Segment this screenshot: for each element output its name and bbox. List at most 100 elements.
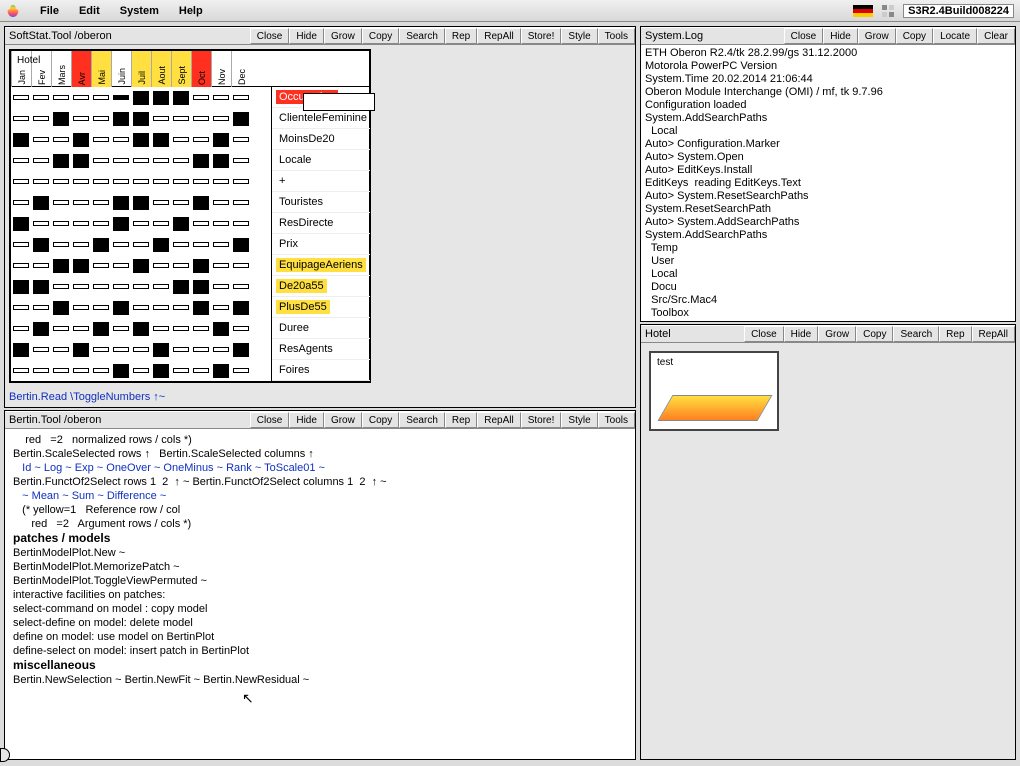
bertin-cell[interactable] bbox=[111, 171, 131, 192]
bertin-cell[interactable] bbox=[191, 213, 211, 234]
month-sept[interactable]: Sept bbox=[171, 51, 191, 87]
bertin-cell[interactable] bbox=[131, 297, 151, 318]
bertin-cell[interactable] bbox=[151, 108, 171, 129]
bertin-cell[interactable] bbox=[231, 150, 251, 171]
bertin-cell[interactable] bbox=[51, 87, 71, 108]
bertin-cell[interactable] bbox=[111, 87, 131, 108]
bertin-cell[interactable] bbox=[231, 192, 251, 213]
bertin-cell[interactable] bbox=[191, 192, 211, 213]
bertin-cell[interactable] bbox=[51, 339, 71, 360]
bertin-cell[interactable] bbox=[231, 87, 251, 108]
bertintool-search-button[interactable]: Search bbox=[399, 412, 445, 428]
bertin-row[interactable] bbox=[11, 150, 271, 171]
month-nov[interactable]: Nov bbox=[211, 51, 231, 87]
bertin-cell[interactable] bbox=[211, 150, 231, 171]
bertin-cell[interactable] bbox=[211, 318, 231, 339]
bertin-cell[interactable] bbox=[131, 276, 151, 297]
bertin-cell[interactable] bbox=[211, 360, 231, 381]
softstat-grow-button[interactable]: Grow bbox=[324, 28, 362, 44]
bertin-row-label[interactable]: Touristes bbox=[272, 192, 370, 213]
bertin-cell[interactable] bbox=[51, 297, 71, 318]
bertin-cell[interactable] bbox=[131, 255, 151, 276]
bertin-cell[interactable] bbox=[231, 297, 251, 318]
bertin-cell[interactable] bbox=[31, 108, 51, 129]
bertin-cell[interactable] bbox=[131, 150, 151, 171]
bertin-cell[interactable] bbox=[211, 339, 231, 360]
bertin-cell[interactable] bbox=[151, 171, 171, 192]
bertin-cell[interactable] bbox=[11, 234, 31, 255]
hotel-grow-button[interactable]: Grow bbox=[818, 326, 856, 342]
bertin-cell[interactable] bbox=[71, 192, 91, 213]
bertin-cell[interactable] bbox=[171, 360, 191, 381]
bertin-cell[interactable] bbox=[51, 150, 71, 171]
bertin-cell[interactable] bbox=[71, 318, 91, 339]
bertin-cell[interactable] bbox=[11, 171, 31, 192]
bertin-cell[interactable] bbox=[171, 171, 191, 192]
bertin-cell[interactable] bbox=[191, 234, 211, 255]
systemlog-grow-button[interactable]: Grow bbox=[858, 28, 896, 44]
hotel-search-button[interactable]: Search bbox=[893, 326, 939, 342]
bertin-cell[interactable] bbox=[31, 234, 51, 255]
softstat-repall-button[interactable]: RepAll bbox=[477, 28, 520, 44]
tool-text-line[interactable]: red =2 Argument rows / cols *) bbox=[13, 517, 627, 531]
systemlog-locate-button[interactable]: Locate bbox=[933, 28, 977, 44]
bertin-row[interactable] bbox=[11, 87, 271, 108]
log-line[interactable]: Auto> System.Open bbox=[645, 151, 1011, 164]
bertin-cell[interactable] bbox=[11, 360, 31, 381]
bertin-cell[interactable] bbox=[231, 171, 251, 192]
bertintool-copy-button[interactable]: Copy bbox=[362, 412, 399, 428]
tool-text-line[interactable]: (* yellow=1 Reference row / col bbox=[13, 503, 627, 517]
bertin-row[interactable] bbox=[11, 297, 271, 318]
bertintool-tools-button[interactable]: Tools bbox=[598, 412, 635, 428]
tool-text-line[interactable]: Id ~ Log ~ Exp ~ OneOver ~ OneMinus ~ Ra… bbox=[13, 461, 627, 475]
bertin-tool-text[interactable]: red =2 normalized rows / cols *)Bertin.S… bbox=[5, 429, 635, 759]
bertin-cell[interactable] bbox=[171, 318, 191, 339]
bertin-cell[interactable] bbox=[11, 297, 31, 318]
bertin-cell[interactable] bbox=[91, 213, 111, 234]
bertin-edit-field[interactable] bbox=[303, 93, 375, 111]
bertin-cell[interactable] bbox=[211, 255, 231, 276]
bertin-row[interactable] bbox=[11, 108, 271, 129]
log-line[interactable]: User bbox=[645, 255, 1011, 268]
bertin-cell[interactable] bbox=[191, 318, 211, 339]
bertin-cell[interactable] bbox=[111, 339, 131, 360]
log-line[interactable]: Temp bbox=[645, 242, 1011, 255]
bertin-row[interactable] bbox=[11, 234, 271, 255]
bertintool-store-button[interactable]: Store! bbox=[521, 412, 562, 428]
apple-menu-icon[interactable] bbox=[6, 4, 20, 18]
bertin-cell[interactable] bbox=[91, 192, 111, 213]
softstat-tools-button[interactable]: Tools bbox=[598, 28, 635, 44]
bertin-cell[interactable] bbox=[111, 150, 131, 171]
bertin-cell[interactable] bbox=[11, 318, 31, 339]
systemlog-clear-button[interactable]: Clear bbox=[977, 28, 1015, 44]
bertin-cell[interactable] bbox=[91, 276, 111, 297]
bertin-cell[interactable] bbox=[31, 318, 51, 339]
bertin-cell[interactable] bbox=[131, 87, 151, 108]
tool-text-line[interactable]: Bertin.ScaleSelected rows ↑ Bertin.Scale… bbox=[13, 447, 627, 461]
bertin-cell[interactable] bbox=[211, 213, 231, 234]
bertin-cell[interactable] bbox=[151, 360, 171, 381]
month-dec[interactable]: Dec bbox=[231, 51, 251, 87]
log-line[interactable]: System.AddSearchPaths bbox=[645, 112, 1011, 125]
bertin-cell[interactable] bbox=[191, 171, 211, 192]
tool-text-line[interactable]: miscellaneous bbox=[13, 658, 627, 673]
log-line[interactable]: Toolbox bbox=[645, 307, 1011, 320]
tool-text-line[interactable]: select-define on model: delete model bbox=[13, 616, 627, 630]
bertin-cell[interactable] bbox=[211, 129, 231, 150]
menu-system[interactable]: System bbox=[110, 5, 169, 17]
bertintool-grow-button[interactable]: Grow bbox=[324, 412, 362, 428]
month-juin[interactable]: Juin bbox=[111, 51, 131, 87]
bertin-row-label[interactable]: Foires bbox=[272, 360, 370, 381]
log-line[interactable]: System.Time 20.02.2014 21:06:44 bbox=[645, 73, 1011, 86]
bertin-cell[interactable] bbox=[151, 150, 171, 171]
bertin-cell[interactable] bbox=[231, 339, 251, 360]
bertin-cell[interactable] bbox=[91, 171, 111, 192]
menu-file[interactable]: File bbox=[30, 5, 69, 17]
tool-text-line[interactable]: select-command on model : copy model bbox=[13, 602, 627, 616]
bertin-cell[interactable] bbox=[91, 108, 111, 129]
softstat-style-button[interactable]: Style bbox=[561, 28, 597, 44]
bertin-row-label[interactable]: + bbox=[272, 171, 370, 192]
log-line[interactable]: Motorola PowerPC Version bbox=[645, 60, 1011, 73]
bertin-cell[interactable] bbox=[31, 255, 51, 276]
bertin-cell[interactable] bbox=[191, 360, 211, 381]
